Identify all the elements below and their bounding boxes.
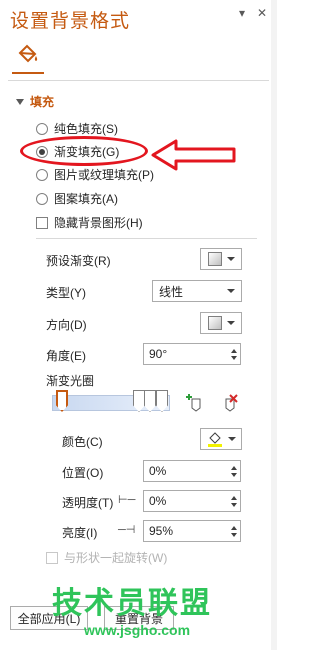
position-value: 0% <box>149 464 167 478</box>
watermark-url: www.jsgho.com <box>84 622 191 638</box>
close-icon[interactable]: ✕ <box>255 6 269 20</box>
direction-label: 方向(D) <box>46 318 87 332</box>
collapse-triangle-icon <box>16 98 24 105</box>
gradient-stops-label: 渐变光圈 <box>46 374 95 388</box>
preset-gradient-label: 预设渐变(R) <box>46 254 111 268</box>
transparency-value: 0% <box>149 494 167 508</box>
angle-value: 90° <box>149 347 168 361</box>
slider-handle-icon[interactable]: ⊢─ <box>118 493 135 506</box>
hide-background-checkbox[interactable]: 隐藏背景图形(H) <box>36 214 143 231</box>
highlight-oval <box>20 136 148 166</box>
transparency-spinner[interactable]: 0% <box>143 490 241 512</box>
direction-swatch <box>207 316 222 330</box>
radio-label: 纯色填充(S) <box>54 122 118 136</box>
spinner-arrows[interactable] <box>228 521 240 541</box>
fill-section-header[interactable]: 填充 <box>16 93 54 110</box>
radio-button[interactable] <box>36 168 48 181</box>
color-picker[interactable] <box>200 428 242 450</box>
preset-gradient-picker[interactable] <box>200 248 242 270</box>
radio-pattern-fill[interactable]: 图案填充(A) <box>36 190 118 207</box>
checkbox-label: 隐藏背景图形(H) <box>54 216 143 230</box>
brightness-label: 亮度(I) <box>62 526 98 540</box>
radio-label: 图案填充(A) <box>54 192 118 206</box>
chevron-down-icon <box>226 257 235 261</box>
spinner-arrows[interactable] <box>228 461 240 481</box>
chevron-down-icon <box>227 289 235 293</box>
remove-stop-icon[interactable] <box>220 393 240 413</box>
angle-spinner[interactable]: 90° <box>143 343 241 365</box>
callout-arrow-icon <box>151 139 236 171</box>
scrollbar[interactable] <box>271 0 277 650</box>
type-select[interactable]: 线性 <box>152 280 242 302</box>
radio-solid-fill[interactable]: 纯色填充(S) <box>36 120 118 137</box>
type-label: 类型(Y) <box>46 286 86 300</box>
spinner-arrows[interactable] <box>228 344 240 364</box>
radio-button[interactable] <box>36 122 48 135</box>
direction-picker[interactable] <box>200 312 242 334</box>
divider <box>36 238 257 239</box>
position-spinner[interactable]: 0% <box>143 460 241 482</box>
slider-handle-icon[interactable]: ─⊣ <box>118 523 135 536</box>
radio-label: 图片或纹理填充(P) <box>54 168 154 182</box>
tab-underline <box>12 72 44 74</box>
header-controls: ▾ ✕ <box>235 6 269 20</box>
section-label: 填充 <box>30 95 55 109</box>
radio-button[interactable] <box>36 192 48 205</box>
checkbox[interactable] <box>36 216 48 229</box>
paint-bucket-icon <box>207 432 222 447</box>
chevron-down-icon[interactable]: ▾ <box>235 6 249 20</box>
paint-bucket-icon[interactable] <box>16 44 40 66</box>
chevron-down-icon <box>226 321 235 325</box>
checkbox-label: 与形状一起旋转(W) <box>64 551 168 565</box>
chevron-down-icon <box>227 437 236 441</box>
brightness-spinner[interactable]: 95% <box>143 520 241 542</box>
panel-title: 设置背景格式 <box>10 11 131 32</box>
watermark-title: 技术员联盟 <box>52 587 212 620</box>
brightness-value: 95% <box>149 524 174 538</box>
color-label: 颜色(C) <box>62 435 103 449</box>
spinner-arrows[interactable] <box>228 491 240 511</box>
angle-label: 角度(E) <box>46 349 86 363</box>
checkbox <box>46 551 58 564</box>
radio-picture-fill[interactable]: 图片或纹理填充(P) <box>36 166 154 183</box>
transparency-label: 透明度(T) <box>62 496 114 510</box>
rotate-with-shape-checkbox: 与形状一起旋转(W) <box>46 549 167 566</box>
type-value: 线性 <box>159 284 184 299</box>
position-label: 位置(O) <box>62 466 104 480</box>
add-stop-icon[interactable] <box>186 393 206 413</box>
gradient-swatch <box>207 252 222 266</box>
divider <box>8 80 269 81</box>
